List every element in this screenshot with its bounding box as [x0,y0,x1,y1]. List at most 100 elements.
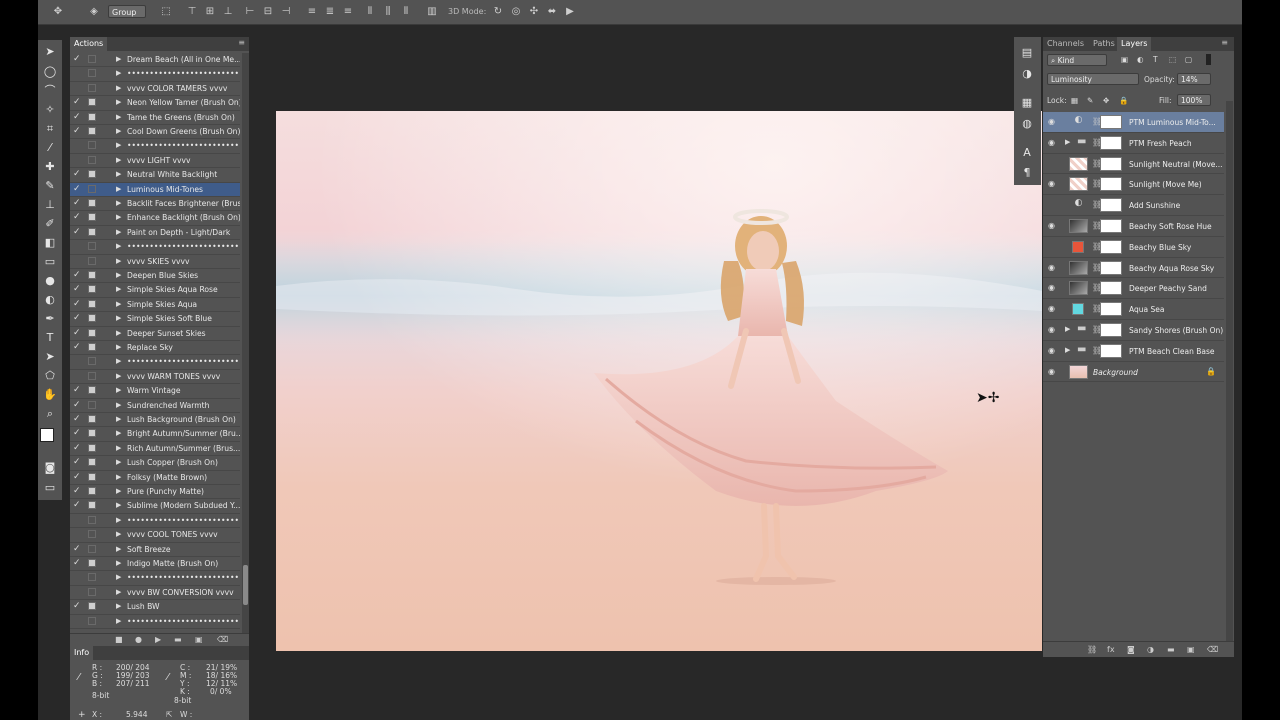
action-checkmark-icon[interactable]: ✓ [73,457,83,467]
3d-roll-icon[interactable]: ◎ [510,6,522,18]
action-checkmark-icon[interactable]: ✓ [73,212,83,222]
layer-mask-thumbnail[interactable] [1100,343,1122,358]
action-checkmark-icon[interactable]: ✓ [73,500,83,510]
filter-type-icon[interactable]: T [1153,55,1158,64]
action-checkmark-icon[interactable]: ✓ [73,227,83,237]
action-checkmark-icon[interactable]: ✓ [73,54,83,64]
history-panel-icon[interactable]: ▤ [1019,45,1035,61]
expand-triangle-icon[interactable]: ▶ [116,127,121,135]
action-row[interactable]: ✓ ▶ Simple Skies Aqua [70,298,240,313]
layer-row[interactable]: ◉ ▶ ▬ ⛓ PTM Fresh Peach [1043,133,1224,154]
brush-tool-icon[interactable]: ✎ [42,178,58,194]
action-checkmark-icon[interactable]: ✓ [73,385,83,395]
action-row[interactable]: ✓ ▶ Enhance Backlight (Brush On) [70,211,240,226]
auto-select-icon[interactable]: ◈ [88,6,100,18]
visibility-eye-icon[interactable]: ◉ [1048,325,1055,334]
action-checkmark-icon[interactable]: ✓ [73,443,83,453]
quick-select-tool-icon[interactable]: ✧ [42,102,58,118]
distribute-top-icon[interactable]: ≡ [306,6,318,18]
dialog-toggle-icon[interactable] [88,343,96,351]
visibility-eye-icon[interactable]: ◉ [1048,367,1055,376]
screen-mode-icon[interactable]: ▭ [42,480,58,496]
panel-menu-icon[interactable]: ≡ [238,38,245,47]
align-left-icon[interactable]: ⊢ [244,6,256,18]
expand-triangle-icon[interactable]: ▶ [116,473,121,481]
expand-triangle-icon[interactable]: ▶ [116,357,121,365]
action-checkmark-icon[interactable]: ✓ [73,400,83,410]
expand-triangle-icon[interactable]: ▶ [116,487,121,495]
expand-triangle-icon[interactable]: ▶ [116,545,121,553]
tab-actions[interactable]: Actions [70,37,108,51]
distribute-right-icon[interactable]: ⫴ [400,6,412,18]
move-tool-icon[interactable]: ➤ [42,44,58,60]
filter-smart-icon[interactable]: ▢ [1185,55,1192,64]
action-row[interactable]: ▶ vvvv COLOR TAMERS vvvv [70,82,240,97]
quick-mask-icon[interactable]: ◙ [42,460,58,476]
dialog-toggle-icon[interactable] [88,112,96,121]
filter-kind-dropdown[interactable]: ⌕ Kind [1047,54,1107,66]
expand-triangle-icon[interactable]: ▶ [116,113,121,121]
zoom-tool-icon[interactable]: ⌕ [42,406,58,422]
crop-tool-icon[interactable]: ⌗ [42,121,58,137]
add-mask-icon[interactable]: ◙ [1127,645,1135,654]
stop-icon[interactable]: ■ [115,635,123,644]
properties-panel-icon[interactable]: ▦ [1019,95,1035,111]
expand-triangle-icon[interactable]: ▶ [116,228,121,236]
dialog-toggle-icon[interactable] [88,199,96,207]
action-checkmark-icon[interactable]: ✓ [73,270,83,280]
filter-adjustment-icon[interactable]: ◐ [1137,55,1144,64]
expand-triangle-icon[interactable]: ▶ [116,141,121,149]
dialog-toggle-icon[interactable] [88,83,96,92]
expand-triangle-icon[interactable]: ▶ [116,213,121,221]
pen-tool-icon[interactable]: ✒ [42,311,58,327]
expand-triangle-icon[interactable]: ▶ [116,98,121,106]
action-checkmark-icon[interactable]: ✓ [73,428,83,438]
paragraph-panel-icon[interactable]: ¶ [1019,165,1035,181]
distribute-hcenter-icon[interactable]: ⫼ [382,6,394,18]
action-row[interactable]: ✓ ▶ Paint on Depth - Light/Dark [70,226,240,241]
3d-pan-icon[interactable]: ✣ [528,6,540,18]
expand-triangle-icon[interactable]: ▶ [116,199,121,207]
dialog-toggle-icon[interactable] [88,458,96,467]
hand-tool-icon[interactable]: ✋ [42,387,58,403]
eraser-tool-icon[interactable]: ◧ [42,235,58,251]
new-adjustment-icon[interactable]: ◑ [1147,645,1154,654]
dialog-toggle-icon[interactable] [88,400,96,409]
action-checkmark-icon[interactable]: ✓ [73,198,83,208]
action-row[interactable]: ✓ ▶ Replace Sky [70,341,240,356]
layer-mask-thumbnail[interactable] [1100,198,1122,213]
lock-all-icon[interactable]: 🔒 [1119,96,1128,105]
eyedropper-tool-icon[interactable]: ⁄ [42,140,58,156]
expand-triangle-icon[interactable]: ▶ [116,559,121,567]
layer-row[interactable]: ◉ ▶ ▬ ⛓ PTM Beach Clean Base [1043,341,1224,362]
dialog-toggle-icon[interactable] [88,472,96,481]
dialog-toggle-icon[interactable] [88,155,96,164]
expand-triangle-icon[interactable]: ▶ [116,84,121,92]
action-row[interactable]: ✓ ▶ Cool Down Greens (Brush On) [70,125,240,140]
expand-triangle-icon[interactable]: ▶ [116,458,121,466]
dialog-toggle-icon[interactable] [88,271,96,279]
dialog-toggle-icon[interactable] [88,184,96,193]
tab-layers[interactable]: Layers [1117,37,1152,51]
dialog-toggle-icon[interactable] [88,587,96,596]
filter-toggle[interactable] [1206,54,1211,65]
lock-position-icon[interactable]: ✥ [1103,96,1109,105]
styles-panel-icon[interactable]: ◍ [1019,116,1035,132]
action-row[interactable]: ✓ ▶ Dream Beach (All in One Me... [70,53,240,68]
folder-expand-icon[interactable]: ▶ [1065,325,1070,333]
layer-mask-thumbnail[interactable] [1100,281,1122,296]
distribute-vcenter-icon[interactable]: ≣ [324,6,336,18]
actions-scrollbar[interactable] [242,53,249,635]
shape-tool-icon[interactable]: ⬠ [42,368,58,384]
layer-mask-thumbnail[interactable] [1100,302,1122,317]
expand-triangle-icon[interactable]: ▶ [116,343,121,351]
action-row[interactable]: ✓ ▶ Tame the Greens (Brush On) [70,111,240,125]
dialog-toggle-icon[interactable] [88,487,96,495]
visibility-eye-icon[interactable]: ◉ [1048,304,1055,313]
dialog-toggle-icon[interactable] [88,443,96,452]
action-checkmark-icon[interactable]: ✓ [73,601,83,611]
layer-mask-thumbnail[interactable] [1100,115,1122,129]
healing-brush-tool-icon[interactable]: ✚ [42,159,58,175]
action-row[interactable]: ▶ vvvv LIGHT vvvv [70,154,240,169]
3d-scale-icon[interactable]: ▶ [564,6,576,18]
